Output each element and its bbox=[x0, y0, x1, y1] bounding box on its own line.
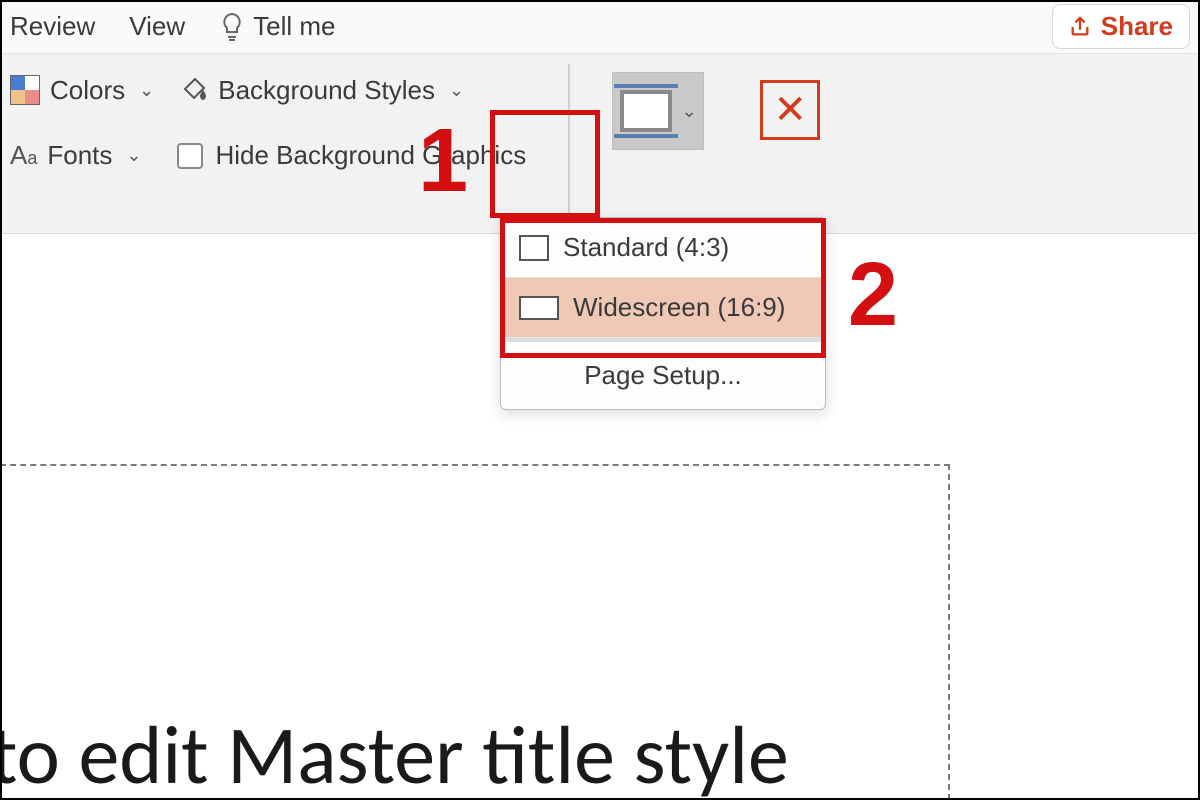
slide-size-standard[interactable]: Standard (4:3) bbox=[501, 218, 825, 278]
background-styles-label: Background Styles bbox=[218, 75, 435, 106]
hide-background-checkbox[interactable]: Hide Background Graphics bbox=[177, 140, 526, 171]
checkbox-icon bbox=[177, 143, 203, 169]
ribbon-divider bbox=[568, 64, 570, 214]
close-icon: ✕ bbox=[773, 87, 807, 133]
chevron-down-icon: ⌄ bbox=[449, 80, 464, 101]
tell-me-search[interactable]: Tell me bbox=[219, 10, 335, 44]
hide-background-label: Hide Background Graphics bbox=[215, 140, 526, 171]
slide-size-widescreen[interactable]: Widescreen (16:9) bbox=[501, 278, 825, 338]
master-title-placeholder[interactable]: to edit Master title style bbox=[0, 706, 789, 800]
widescreen-label: Widescreen (16:9) bbox=[573, 292, 785, 323]
tell-me-label: Tell me bbox=[253, 11, 335, 42]
ribbon-group-background: Colors ⌄ Background Styles ⌄ Aa Fonts ⌄ bbox=[10, 74, 526, 171]
tab-view[interactable]: View bbox=[129, 11, 185, 42]
chevron-down-icon: ⌄ bbox=[139, 80, 154, 101]
close-master-button[interactable]: ✕ bbox=[760, 80, 820, 140]
ribbon-tabs: Review View Tell me Share bbox=[0, 0, 1200, 54]
page-setup-label: Page Setup... bbox=[584, 360, 742, 391]
page-setup-item[interactable]: Page Setup... bbox=[501, 342, 825, 409]
standard-label: Standard (4:3) bbox=[563, 232, 729, 263]
colors-dropdown[interactable]: Colors ⌄ bbox=[10, 75, 154, 106]
slide-size-icon bbox=[620, 90, 672, 132]
colors-icon bbox=[10, 75, 40, 105]
share-icon bbox=[1069, 16, 1091, 38]
share-button[interactable]: Share bbox=[1052, 4, 1190, 49]
aspect-169-icon bbox=[519, 296, 559, 320]
tab-review[interactable]: Review bbox=[10, 11, 95, 42]
colors-label: Colors bbox=[50, 75, 125, 106]
fonts-label: Fonts bbox=[47, 140, 112, 171]
ribbon: Colors ⌄ Background Styles ⌄ Aa Fonts ⌄ bbox=[0, 54, 1200, 234]
paint-bucket-icon bbox=[178, 74, 208, 106]
slide-size-menu: Standard (4:3) Widescreen (16:9) Page Se… bbox=[500, 217, 826, 410]
slide-size-button[interactable]: ⌄ bbox=[612, 72, 704, 150]
aspect-43-icon bbox=[519, 235, 549, 261]
lightbulb-icon bbox=[219, 10, 245, 44]
background-styles-dropdown[interactable]: Background Styles ⌄ bbox=[178, 74, 464, 106]
chevron-down-icon: ⌄ bbox=[126, 145, 141, 166]
fonts-dropdown[interactable]: Aa Fonts ⌄ bbox=[10, 140, 141, 171]
chevron-down-icon: ⌄ bbox=[682, 101, 697, 122]
share-label: Share bbox=[1101, 11, 1173, 42]
fonts-icon: Aa bbox=[10, 140, 37, 171]
